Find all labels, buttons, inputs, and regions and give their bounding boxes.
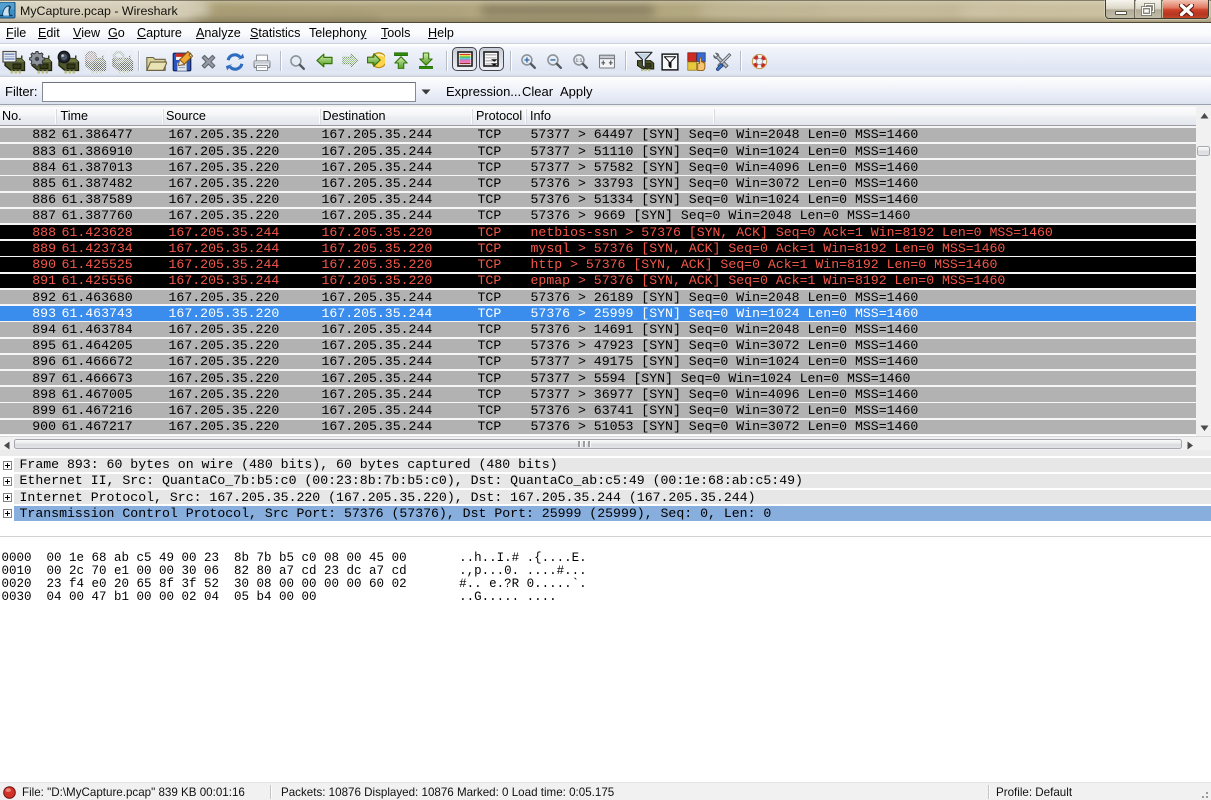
svg-text:1:1: 1:1 <box>576 58 583 64</box>
